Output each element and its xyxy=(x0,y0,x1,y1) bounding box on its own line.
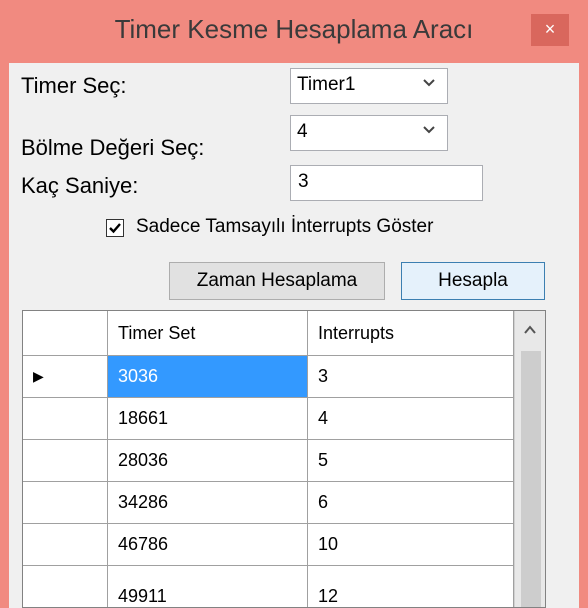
table-cell-timer-set[interactable]: 18661 xyxy=(108,398,308,440)
current-row-icon: ▶ xyxy=(33,368,44,384)
row-header[interactable] xyxy=(23,440,108,482)
timer-select-label: Timer Seç: xyxy=(21,73,127,98)
row-header[interactable] xyxy=(23,398,108,440)
divider-select-label: Bölme Değeri Seç: xyxy=(21,135,205,160)
table-cell-timer-set[interactable]: 3036 xyxy=(108,356,308,398)
scrollbar-thumb[interactable] xyxy=(521,351,541,607)
table-cell-interrupts[interactable]: 4 xyxy=(308,398,514,440)
chevron-down-icon xyxy=(423,79,435,87)
calculate-button[interactable]: Hesapla xyxy=(401,262,545,300)
row-header[interactable]: ▶ xyxy=(23,356,108,398)
table-cell-interrupts[interactable]: 3 xyxy=(308,356,514,398)
integer-only-checkbox[interactable] xyxy=(106,219,124,237)
row-header[interactable] xyxy=(23,524,108,566)
integer-only-label[interactable]: Sadece Tamsayılı İnterrupts Göster xyxy=(136,216,433,238)
results-grid[interactable]: Timer Set Interrupts ▶ 3036 3 18661 4 28… xyxy=(22,310,546,608)
close-button[interactable]: × xyxy=(531,14,569,46)
title-bar[interactable]: Timer Kesme Hesaplama Aracı × xyxy=(0,0,588,63)
window-title: Timer Kesme Hesaplama Aracı xyxy=(114,14,474,44)
check-icon xyxy=(109,223,121,234)
table-cell-interrupts[interactable]: 5 xyxy=(308,440,514,482)
table-cell-interrupts[interactable]: 6 xyxy=(308,482,514,524)
table-cell-interrupts[interactable]: 10 xyxy=(308,524,514,566)
seconds-input-value: 3 xyxy=(298,171,309,192)
column-header-interrupts[interactable]: Interrupts xyxy=(308,311,514,356)
table-cell-timer-set[interactable]: 46786 xyxy=(108,524,308,566)
grid-corner-header xyxy=(23,311,108,356)
form-body: Timer Seç: Timer1 Bölme Değeri Seç: 4 Ka… xyxy=(9,63,579,608)
table-cell-timer-set[interactable]: 28036 xyxy=(108,440,308,482)
time-calc-button[interactable]: Zaman Hesaplama xyxy=(169,262,385,300)
row-header[interactable] xyxy=(23,566,108,607)
table-cell-timer-set[interactable]: 34286 xyxy=(108,482,308,524)
app-window: Timer Kesme Hesaplama Aracı × Timer Seç:… xyxy=(0,0,588,608)
divider-select-value: 4 xyxy=(297,121,308,142)
window-frame-right xyxy=(579,0,588,608)
table-cell-interrupts[interactable]: 12 xyxy=(308,566,514,607)
chevron-down-icon xyxy=(423,126,435,134)
vertical-scrollbar[interactable] xyxy=(514,311,545,607)
timer-select[interactable]: Timer1 xyxy=(290,68,448,104)
scroll-up-button[interactable] xyxy=(515,311,545,349)
chevron-up-icon xyxy=(524,325,536,334)
window-frame-left xyxy=(0,0,9,608)
seconds-label: Kaç Saniye: xyxy=(21,173,139,198)
row-header[interactable] xyxy=(23,482,108,524)
table-cell-timer-set[interactable]: 49911 xyxy=(108,566,308,607)
divider-select[interactable]: 4 xyxy=(290,115,448,151)
seconds-input[interactable]: 3 xyxy=(290,165,483,201)
column-header-timer-set[interactable]: Timer Set xyxy=(108,311,308,356)
timer-select-value: Timer1 xyxy=(297,74,356,95)
